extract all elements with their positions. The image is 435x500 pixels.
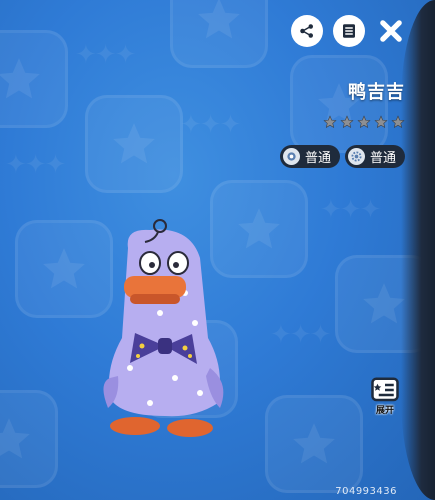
side-panel-edge — [401, 0, 435, 500]
tag-badge[interactable]: 普通 — [279, 145, 340, 168]
share-icon — [300, 24, 313, 38]
close-icon — [380, 20, 402, 42]
star-tile-icon — [0, 390, 58, 488]
faint-logo-mark: ✦✦✦ — [5, 150, 66, 180]
star-empty-icon — [391, 114, 405, 129]
faint-logo-mark: ✦✦✦ — [270, 320, 331, 350]
star-empty-icon — [323, 114, 337, 129]
star-empty-icon — [357, 114, 371, 129]
star-tile-icon — [290, 55, 388, 153]
expand-label: 展开 — [375, 406, 394, 416]
faint-logo-mark: ✦✦✦ — [180, 110, 241, 140]
share-button[interactable] — [291, 15, 323, 47]
star-tile-icon — [170, 0, 268, 68]
star-tile-icon — [0, 30, 68, 128]
tag-label: 普通 — [369, 151, 396, 166]
star-empty-icon — [340, 114, 354, 129]
star-tile-icon — [15, 220, 113, 318]
list-button[interactable] — [333, 15, 365, 47]
tag-badges: 普通 普通 — [279, 145, 405, 168]
close-button[interactable] — [375, 15, 407, 47]
expand-button[interactable]: 展开 — [367, 375, 403, 417]
flower-icon — [282, 148, 300, 165]
star-empty-icon — [374, 114, 388, 129]
tag-badge[interactable]: 普通 — [344, 145, 405, 168]
list-star-icon — [371, 377, 399, 402]
user-id: 704993436 — [335, 486, 397, 497]
gear-icon — [347, 148, 365, 165]
duck-character-model[interactable] — [100, 218, 230, 443]
star-tile-icon — [85, 95, 183, 193]
star-rating — [323, 114, 405, 129]
tag-label: 普通 — [304, 151, 331, 166]
list-icon — [343, 24, 355, 38]
faint-logo-mark: ✦✦✦ — [320, 195, 381, 225]
star-tile-icon — [265, 395, 363, 493]
character-name: 鸭吉吉 — [348, 82, 405, 103]
faint-logo-mark: ✦✦✦ — [75, 40, 136, 70]
